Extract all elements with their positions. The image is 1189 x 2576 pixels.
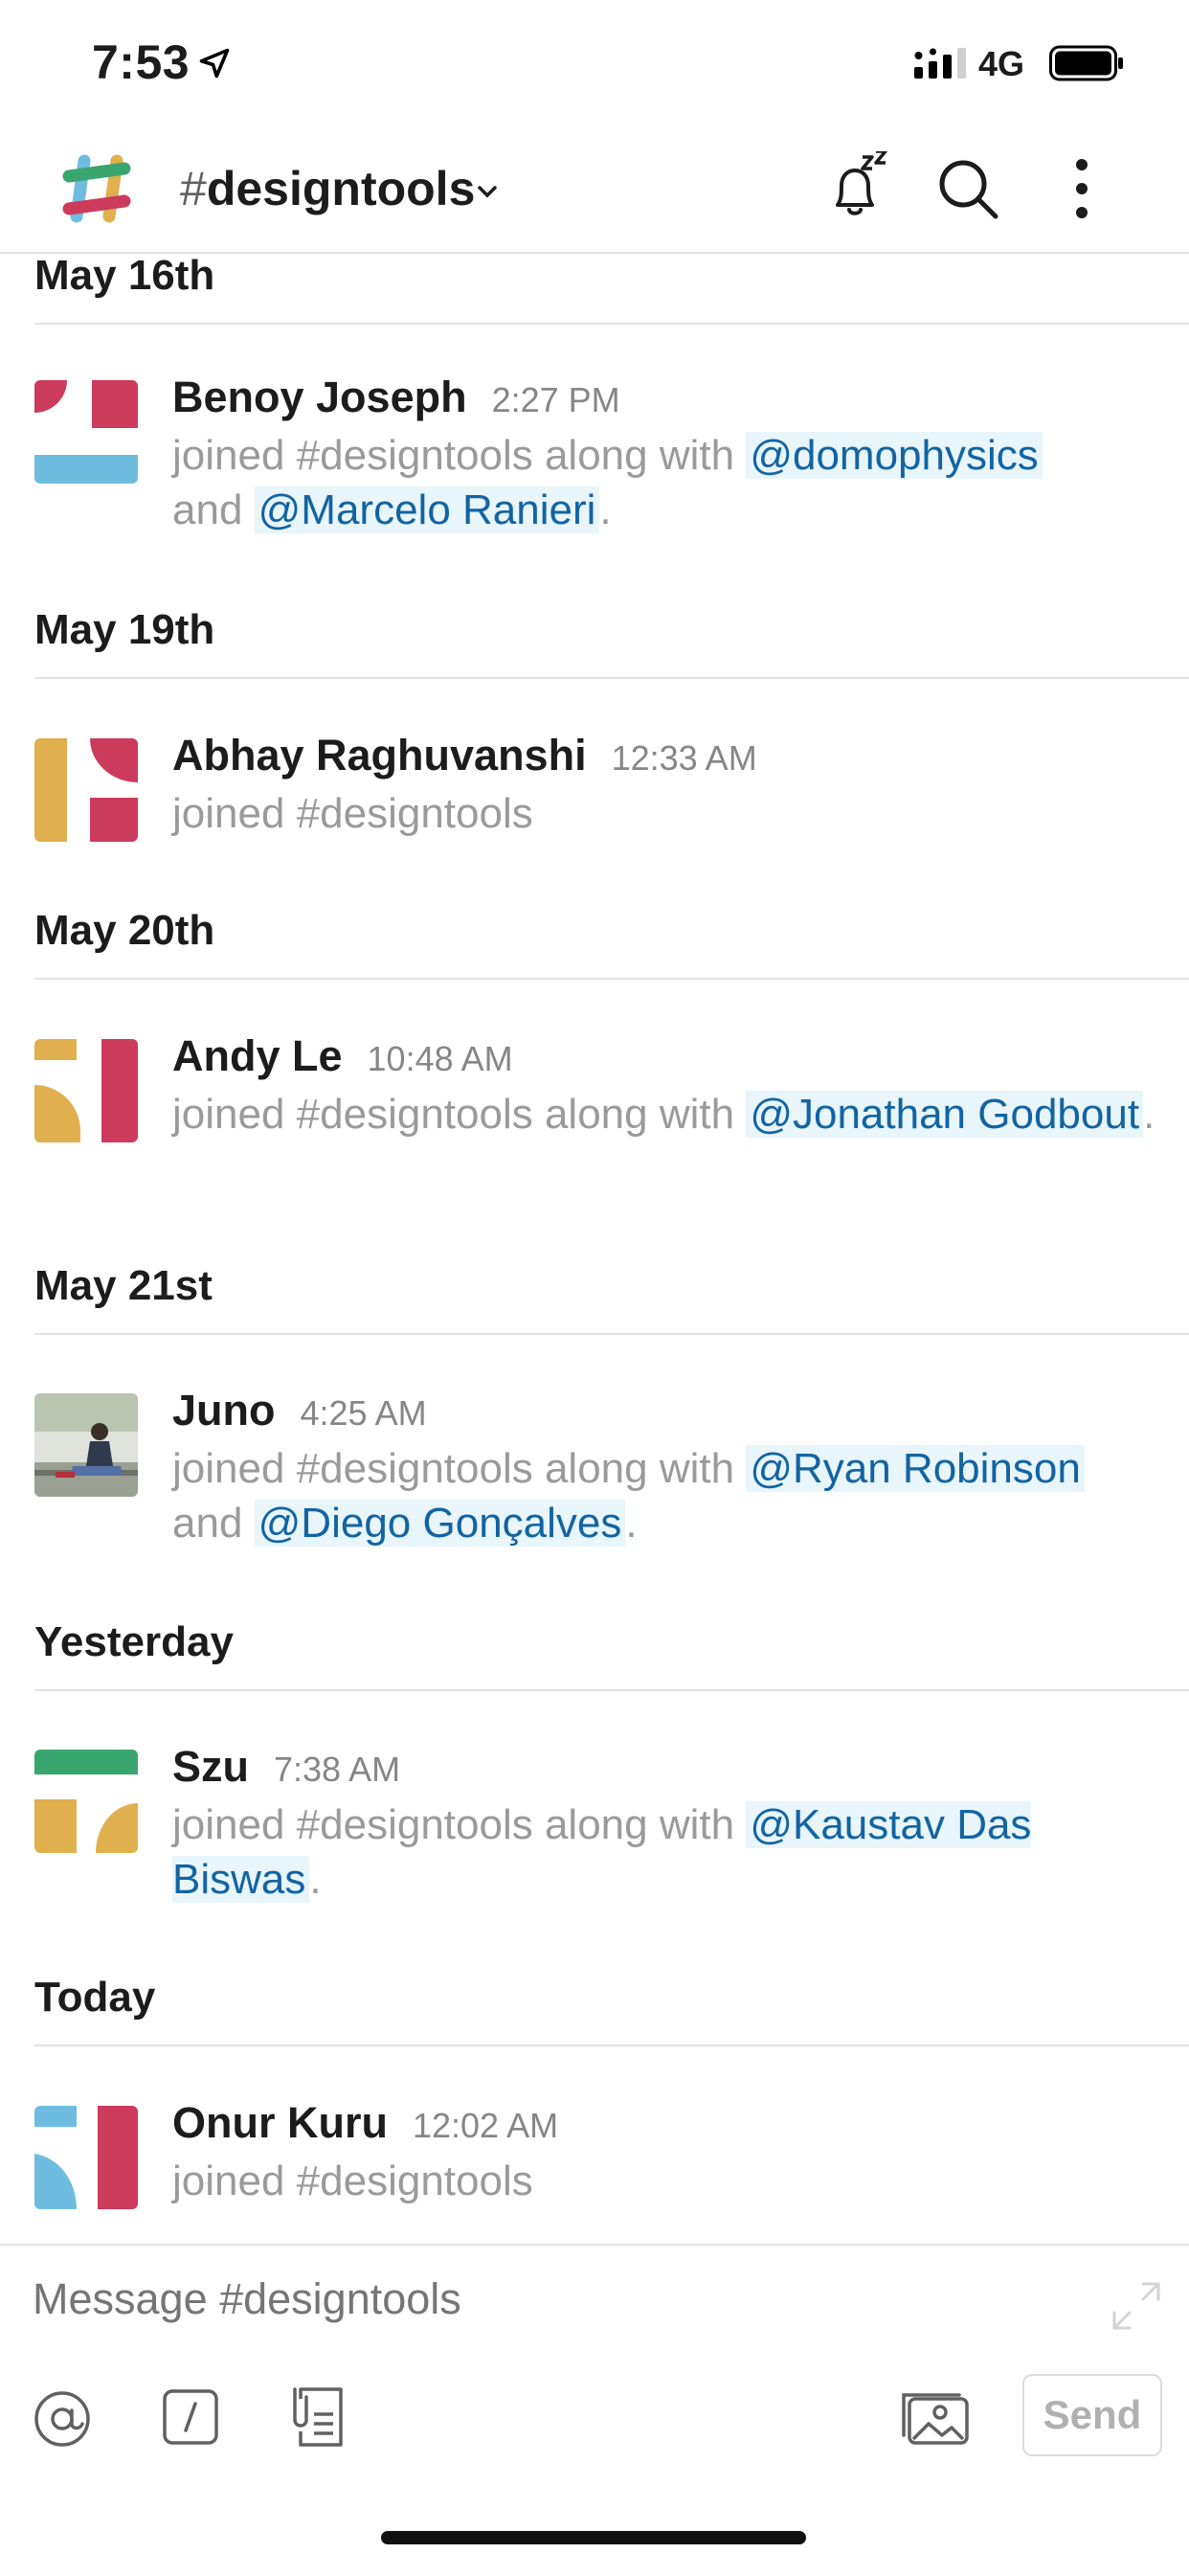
timestamp: 7:38 AM [274, 1750, 401, 1789]
expand-icon[interactable] [1110, 2280, 1162, 2332]
user-mention[interactable]: @domophysics [746, 432, 1043, 479]
avatar-photo[interactable] [34, 1393, 138, 1497]
at-icon[interactable] [33, 2389, 92, 2449]
user-mention[interactable]: @Ryan Robinson [746, 1445, 1085, 1492]
home-indicator[interactable] [381, 2531, 806, 2544]
user-mention[interactable]: @Marcelo Ranieri [254, 486, 600, 533]
chevron-down-icon[interactable] [477, 184, 498, 199]
day-divider: Yesterday [34, 1618, 1189, 1691]
snooze-bell-icon[interactable] [819, 151, 891, 224]
message-text: joined #designtools [172, 2158, 533, 2204]
message-text: joined #designtools [172, 790, 533, 837]
status-bar: 7:53 4G [0, 0, 1189, 124]
timestamp: 2:27 PM [491, 380, 620, 419]
message-header: Onur Kuru 12:02 AM [172, 2098, 558, 2148]
search-icon[interactable] [936, 157, 999, 220]
timestamp: 10:48 AM [367, 1039, 513, 1078]
more-vertical-icon[interactable] [1061, 157, 1103, 220]
message-header: Benoy Joseph 2:27 PM [172, 373, 620, 422]
timestamp: 12:33 AM [611, 738, 757, 778]
signal-icon [914, 48, 966, 79]
author-name[interactable]: Onur Kuru [172, 2098, 388, 2147]
day-divider: May 21st [34, 1262, 1189, 1335]
attachment-icon[interactable] [287, 2385, 343, 2447]
message-header: Andy Le 10:48 AM [172, 1031, 513, 1081]
day-divider: May 20th [34, 907, 1189, 980]
network-type: 4G [978, 44, 1025, 83]
day-divider: Today [34, 1974, 1189, 2046]
message-text: joined #designtools along with @Ryan Rob… [172, 1441, 1168, 1550]
message-text: joined #designtools along with @Jonathan… [172, 1091, 1155, 1138]
slack-logo-icon[interactable] [56, 147, 138, 230]
channel-title[interactable]: #designtools [180, 161, 475, 216]
author-name[interactable]: Benoy Joseph [172, 373, 467, 421]
message-header: Juno 4:25 AM [172, 1386, 427, 1435]
day-divider: May 16th [34, 252, 1189, 325]
avatar[interactable] [34, 2106, 138, 2209]
message-composer: Send [0, 2244, 1189, 2576]
battery-icon [1049, 45, 1123, 81]
avatar[interactable] [34, 1039, 138, 1142]
timestamp: 4:25 AM [300, 1393, 427, 1433]
user-mention[interactable]: @Diego Gonçalves [254, 1500, 626, 1547]
avatar[interactable] [34, 738, 138, 842]
timestamp: 12:02 AM [412, 2106, 559, 2145]
send-button[interactable]: Send [1022, 2374, 1162, 2456]
day-divider: May 19th [34, 606, 1189, 679]
photo-icon[interactable] [900, 2389, 971, 2447]
status-time: 7:53 [92, 35, 191, 89]
message-header: Szu 7:38 AM [172, 1742, 400, 1792]
author-name[interactable]: Juno [172, 1386, 276, 1435]
avatar[interactable] [34, 1750, 138, 1853]
message-input[interactable] [33, 2274, 1047, 2324]
author-name[interactable]: Andy Le [172, 1031, 343, 1080]
slash-command-icon[interactable] [163, 2389, 218, 2445]
author-name[interactable]: Szu [172, 1742, 249, 1791]
channel-header: #designtools [0, 124, 1189, 254]
location-arrow-icon [199, 48, 230, 79]
avatar[interactable] [34, 380, 138, 484]
message-header: Abhay Raghuvanshi 12:33 AM [172, 731, 757, 780]
user-mention[interactable]: @Jonathan Godbout [746, 1091, 1144, 1138]
message-text: joined #designtools along with @Kaustav … [172, 1801, 1032, 1903]
message-list[interactable]: May 16th Benoy Joseph 2:27 PM joined #des… [0, 252, 1189, 2244]
message-text: joined #designtools along with @domophys… [172, 428, 1168, 537]
author-name[interactable]: Abhay Raghuvanshi [172, 731, 587, 780]
